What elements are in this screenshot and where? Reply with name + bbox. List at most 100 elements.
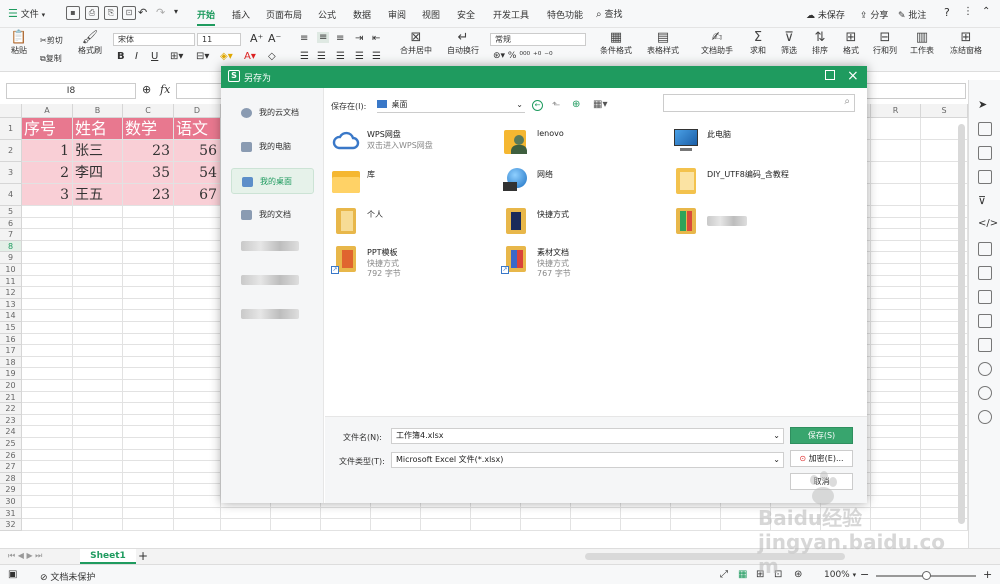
cell[interactable] [871,287,921,299]
cell[interactable] [22,438,73,450]
cell[interactable] [123,403,174,415]
blurred-sidebar-item[interactable] [241,275,299,285]
cell[interactable] [22,507,73,520]
cell[interactable] [521,507,571,520]
cell[interactable] [123,484,174,496]
cell[interactable] [871,426,921,438]
cell[interactable] [871,217,921,230]
cell[interactable] [174,426,221,438]
cell[interactable] [73,345,123,357]
file-item-personal[interactable]: 个人 [331,206,491,238]
cell[interactable] [22,252,73,264]
search-button[interactable]: ⌕ 查找 [596,7,623,20]
cell[interactable] [123,264,174,276]
cell[interactable] [174,229,221,241]
cell[interactable] [73,391,123,404]
cell[interactable] [174,264,221,276]
cell[interactable] [22,461,73,473]
cell[interactable] [271,507,321,520]
format-button[interactable]: ⊞ 格式 [838,31,864,56]
header-cell[interactable]: 序号 [22,118,73,140]
data-cell[interactable]: 23 [123,184,174,206]
cell[interactable] [73,264,123,276]
align-center-icon[interactable]: ☰ [317,51,326,62]
cell[interactable] [22,298,73,311]
sort-button[interactable]: ⇅ 排序 [807,31,833,56]
row-header[interactable]: 11 [0,275,22,288]
cell[interactable] [73,414,123,427]
cell[interactable] [123,229,174,241]
view-mode-icon[interactable]: ▦▾ [593,99,607,110]
cell[interactable] [871,449,921,462]
fill-color-icon[interactable]: ◈▾ [220,51,233,62]
fullscreen-icon[interactable]: ⤢ [720,569,728,580]
tab-features[interactable]: 特色功能 [547,8,583,21]
row-header[interactable]: 4 [0,184,22,206]
cell[interactable] [871,252,921,264]
filter-button[interactable]: ⊽ 筛选 [776,31,802,56]
align-left-icon[interactable]: ☰ [300,51,309,62]
cell[interactable] [22,229,73,241]
row-header[interactable]: 31 [0,507,22,520]
macro-icon[interactable]: ▣ [8,569,17,580]
shape-icon[interactable] [978,146,992,160]
row-header[interactable]: 23 [0,414,22,427]
cell[interactable] [73,368,123,380]
clear-format-icon[interactable]: ◇ [268,51,276,62]
cell[interactable] [174,287,221,299]
cell[interactable] [174,368,221,380]
row-header[interactable]: 21 [0,391,22,404]
cell[interactable] [174,345,221,357]
align-top-icon[interactable]: ≡ [300,33,308,44]
cell[interactable] [174,414,221,427]
cell[interactable] [22,484,73,496]
cell[interactable] [22,356,73,369]
cell[interactable] [174,519,221,531]
cell[interactable] [871,368,921,380]
save-button[interactable]: 保存(S) [790,427,853,444]
cell[interactable] [73,333,123,346]
cell[interactable] [871,240,921,253]
zoom-icon[interactable]: ⊕ [142,83,151,96]
up-folder-icon[interactable]: ⬑ [552,100,560,111]
tab-insert[interactable]: 插入 [232,8,250,21]
cell[interactable] [321,519,371,531]
cell[interactable] [73,426,123,438]
file-item-diy-utf8[interactable]: DIY_UTF8编码_含教程 [671,166,851,198]
cell[interactable] [22,380,73,392]
tab-formulas[interactable]: 公式 [318,8,336,21]
row-header[interactable]: 15 [0,322,22,334]
cell[interactable] [521,519,571,531]
cell[interactable] [73,519,123,531]
row-header[interactable]: 2 [0,140,22,162]
cell[interactable] [123,310,174,322]
cell[interactable] [22,287,73,299]
align-middle-icon[interactable]: ≡ [317,32,330,43]
help-panel-icon[interactable] [978,410,992,424]
conditional-format-button[interactable]: ▦ 条件格式 [596,31,636,56]
redo-icon[interactable]: ↷ [156,6,165,19]
cell[interactable] [123,461,174,473]
data-cell[interactable]: 3 [22,184,73,206]
column-header[interactable]: D [174,104,221,118]
cell[interactable] [371,507,421,520]
column-header[interactable]: S [921,104,968,118]
undo-icon[interactable]: ↶ [138,6,147,19]
cell[interactable] [471,519,521,531]
cell[interactable] [871,264,921,276]
cell[interactable] [871,333,921,346]
more-options-icon[interactable]: ⋮ [963,6,973,17]
cell[interactable] [123,519,174,531]
row-header[interactable]: 12 [0,287,22,299]
filter-panel-icon[interactable]: ⊽ [978,194,992,208]
cell[interactable] [22,426,73,438]
cell[interactable] [174,380,221,392]
row-header[interactable]: 6 [0,217,22,230]
first-sheet-icon[interactable]: ⏮ ◀ ▶ ⏭ [8,551,42,561]
cell[interactable] [73,438,123,450]
data-cell[interactable]: 35 [123,162,174,184]
row-header[interactable]: 8 [0,240,22,253]
header-cell[interactable]: 语文 [174,118,221,140]
row-header[interactable]: 29 [0,484,22,496]
font-color-icon[interactable]: A▾ [244,51,256,62]
